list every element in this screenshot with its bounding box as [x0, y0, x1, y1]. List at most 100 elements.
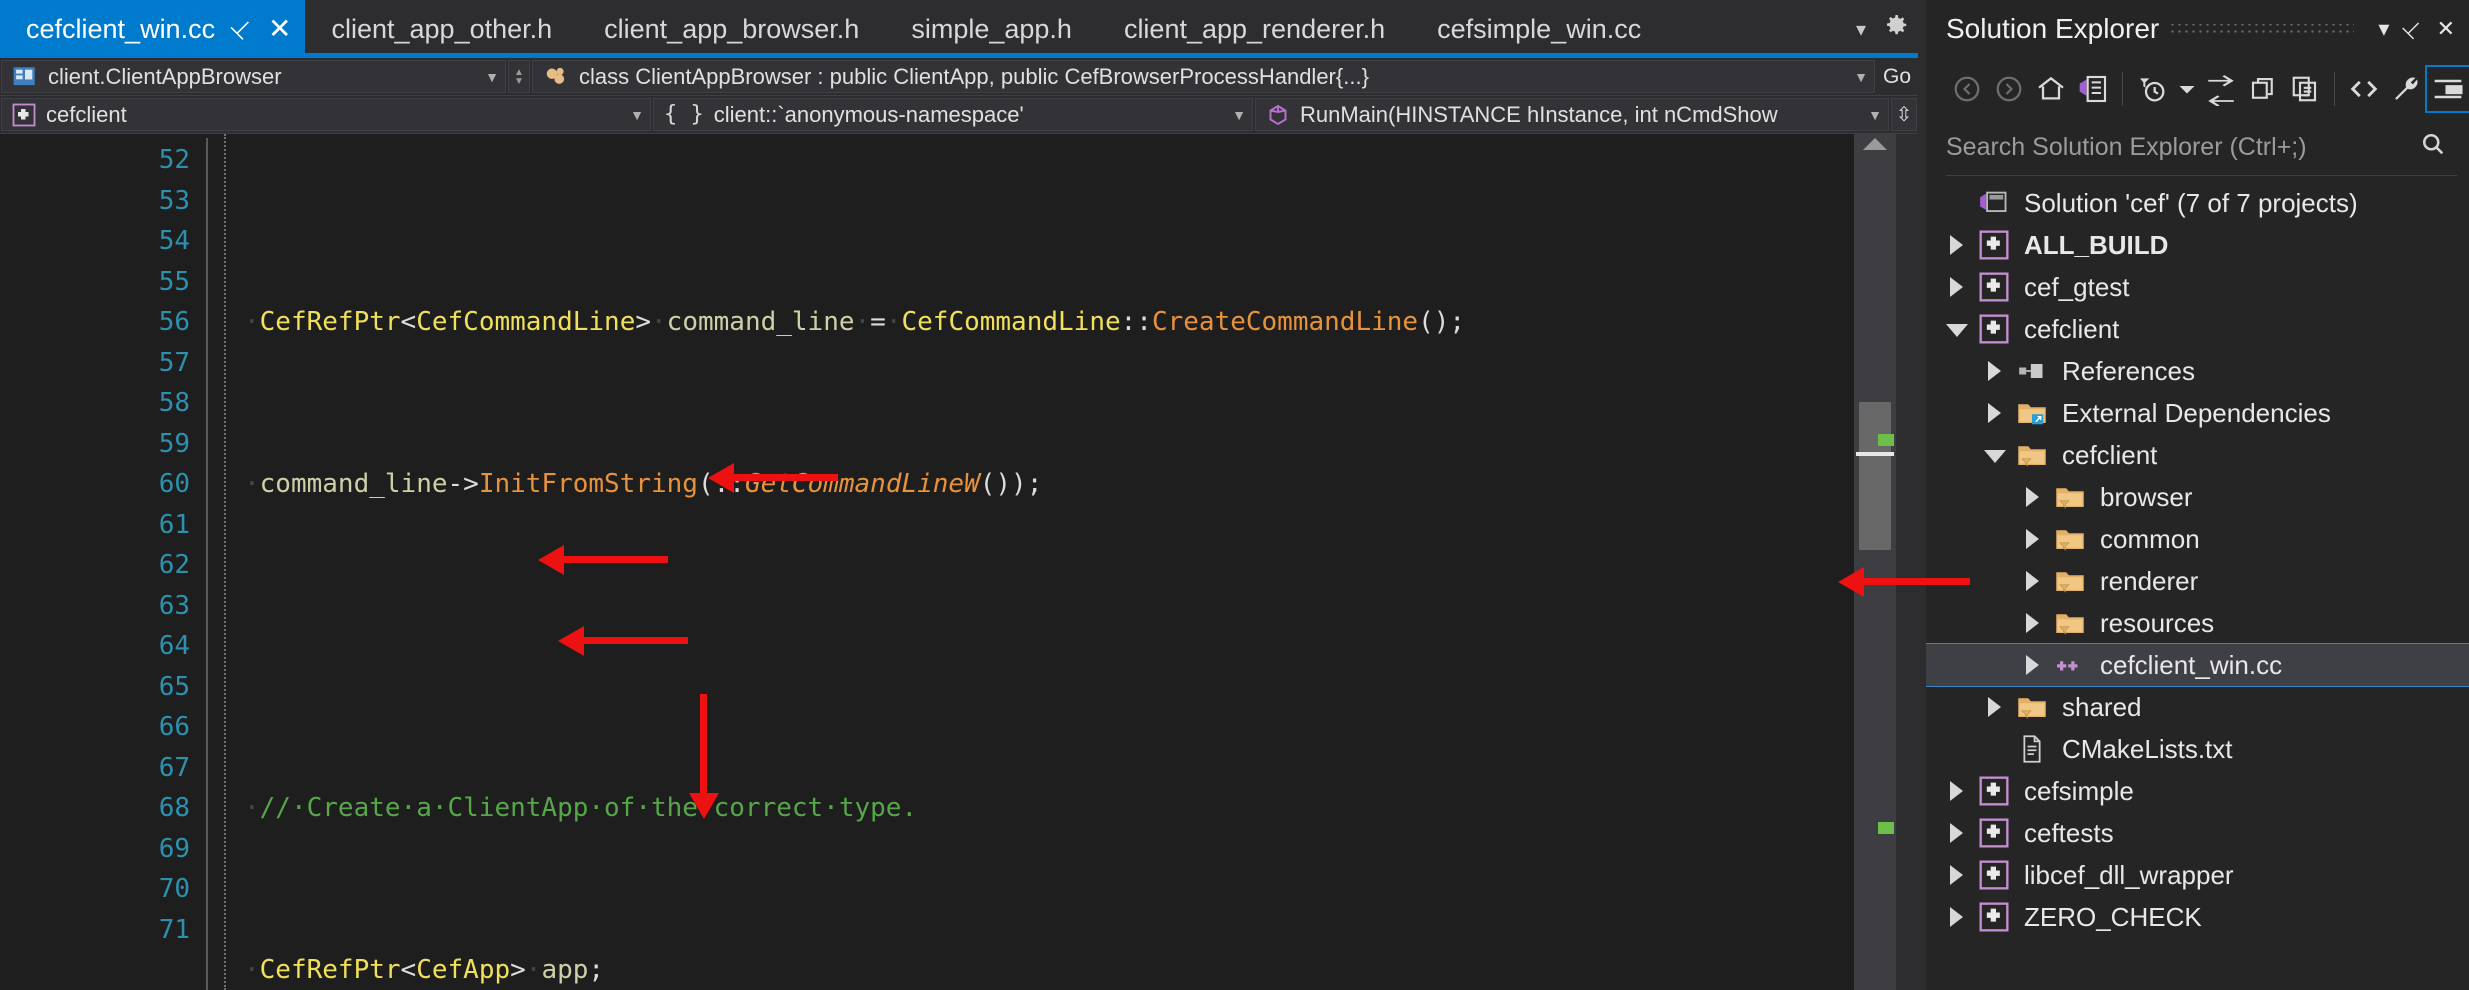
tree-item-cefclient-project[interactable]: cefclient	[1926, 308, 2469, 350]
code-editor[interactable]: 52 53 54 55 56 57 58 59 60 61 62 63 64 6…	[0, 134, 1918, 990]
chevron-down-icon[interactable]	[2173, 67, 2200, 111]
member-combo[interactable]: RunMain(HINSTANCE hInstance, int nCmdSho…	[1255, 98, 1889, 131]
tree-item-cmakelists-txt[interactable]: CMakeLists.txt	[1926, 728, 2469, 770]
line-number: 59	[158, 428, 190, 459]
twisty-closed-icon[interactable]	[1978, 697, 2012, 717]
class-scope-combo[interactable]: class ClientAppBrowser : public ClientAp…	[532, 60, 1875, 93]
twisty-open-icon[interactable]	[1978, 447, 2012, 463]
home-icon[interactable]	[2030, 67, 2072, 111]
tree-item-renderer[interactable]: renderer	[1926, 560, 2469, 602]
solution-view-icon[interactable]	[2072, 67, 2114, 111]
tab-cefsimple-win-cc[interactable]: cefsimple_win.cc	[1411, 0, 1667, 58]
code-text-surface[interactable]: ·CefRefPtr<CefCommandLine>·command_line·…	[208, 134, 1854, 990]
twisty-closed-icon[interactable]	[1978, 361, 2012, 381]
tree-item-browser[interactable]: browser	[1926, 476, 2469, 518]
twisty-closed-icon[interactable]	[1940, 277, 1974, 297]
chevron-down-icon[interactable]: ▼	[1218, 107, 1246, 123]
preview-pane-icon[interactable]	[2425, 65, 2469, 113]
twisty-closed-icon[interactable]	[1940, 823, 1974, 843]
editor-pane: cefclient_win.cc ⊥ ✕ client_app_other.h …	[0, 0, 1918, 990]
code-line-54[interactable]	[212, 626, 1854, 667]
project-icon	[1974, 776, 2014, 806]
tab-client-app-browser-h[interactable]: client_app_browser.h	[578, 0, 885, 58]
tree-item-shared[interactable]: shared	[1926, 686, 2469, 728]
code-brackets-icon[interactable]	[2343, 67, 2385, 111]
chevron-down-icon[interactable]: ▼	[616, 107, 644, 123]
twisty-closed-icon[interactable]	[2016, 613, 2050, 633]
gear-icon[interactable]	[1880, 10, 1910, 48]
nav-spinner[interactable]: ▲ ▼	[508, 60, 530, 93]
tree-item-resources[interactable]: resources	[1926, 602, 2469, 644]
wrench-icon[interactable]	[2385, 67, 2427, 111]
search-solution-explorer-input[interactable]: Search Solution Explorer (Ctrl+;)	[1946, 120, 2457, 176]
tab-cefclient-win-cc[interactable]: cefclient_win.cc ⊥ ✕	[0, 0, 306, 58]
twisty-closed-icon[interactable]	[1940, 865, 1974, 885]
tree-item-libcef-dll-wrapper[interactable]: libcef_dll_wrapper	[1926, 854, 2469, 896]
tree-item-all-build[interactable]: ALL_BUILD	[1926, 224, 2469, 266]
go-button[interactable]: Go	[1877, 60, 1917, 93]
sync-arrows-icon[interactable]	[2200, 67, 2242, 111]
tree-item-label: External Dependencies	[2062, 397, 2331, 428]
tree-item-cef-gtest[interactable]: cef_gtest	[1926, 266, 2469, 308]
chevron-down-icon[interactable]: ▼	[1854, 107, 1882, 123]
code-line-53[interactable]: ·command_line->InitFromString(::GetComma…	[212, 464, 1854, 505]
project-icon	[1974, 902, 2014, 932]
twisty-closed-icon[interactable]	[2016, 571, 2050, 591]
project-combo[interactable]: cefclient ▼	[1, 98, 651, 131]
chevron-down-icon[interactable]: ▼	[471, 69, 499, 85]
pin-icon[interactable]: ⊥	[225, 12, 259, 46]
code-line-55[interactable]: ·//·Create·a·ClientApp·of·the·correct·ty…	[212, 788, 1854, 829]
tree-item-external-dependencies[interactable]: External Dependencies	[1926, 392, 2469, 434]
code-line-56[interactable]: ·CefRefPtr<CefApp>·app;	[212, 950, 1854, 990]
twisty-closed-icon[interactable]	[2016, 655, 2050, 675]
forward-arrow-icon[interactable]	[1988, 67, 2030, 111]
tree-item-cefsimple[interactable]: cefsimple	[1926, 770, 2469, 812]
split-view-button[interactable]: ⇳	[1891, 98, 1917, 131]
project-icon	[1974, 818, 2014, 848]
clock-filter-icon[interactable]	[2131, 67, 2173, 111]
chevron-down-icon[interactable]: ▾	[1856, 17, 1866, 42]
panel-splitter[interactable]	[1918, 0, 1926, 990]
code-line-52[interactable]: ·CefRefPtr<CefCommandLine>·command_line·…	[212, 302, 1854, 343]
tree-item-label: browser	[2100, 481, 2193, 512]
back-arrow-icon[interactable]	[1946, 67, 1988, 111]
tree-item-ceftests[interactable]: ceftests	[1926, 812, 2469, 854]
tab-client-app-other-h[interactable]: client_app_other.h	[305, 0, 578, 58]
project-scope-combo[interactable]: client.ClientAppBrowser ▼	[1, 60, 506, 93]
twisty-open-icon[interactable]	[1940, 321, 1974, 337]
copy-pages-icon[interactable]	[2284, 67, 2326, 111]
tree-item-cefclient-filter[interactable]: cefclient	[1926, 434, 2469, 476]
line-number: 54	[158, 226, 190, 256]
solution-explorer-header: Solution Explorer ▾ ⊥ ✕	[1926, 0, 2469, 58]
solution-tree[interactable]: Solution 'cef' (7 of 7 projects) ALL_BUI…	[1926, 176, 2469, 990]
magnifier-icon[interactable]	[2419, 130, 2457, 165]
twisty-closed-icon[interactable]	[1978, 403, 2012, 423]
twisty-closed-icon[interactable]	[1940, 235, 1974, 255]
tree-item-solution[interactable]: Solution 'cef' (7 of 7 projects)	[1926, 182, 2469, 224]
tree-item-references[interactable]: References	[1926, 350, 2469, 392]
line-number: 70	[158, 874, 190, 904]
tab-simple-app-h[interactable]: simple_app.h	[885, 0, 1098, 58]
close-button[interactable]: ✕	[2437, 18, 2455, 40]
tab-client-app-renderer-h[interactable]: client_app_renderer.h	[1098, 0, 1411, 58]
twisty-closed-icon[interactable]	[2016, 529, 2050, 549]
editor-vertical-scrollbar[interactable]	[1854, 134, 1896, 990]
scrollbar-thumb[interactable]	[1859, 402, 1891, 550]
tree-item-zero-check[interactable]: ZERO_CHECK	[1926, 896, 2469, 938]
line-number: 67	[158, 752, 190, 783]
dropdown-menu-button[interactable]: ▾	[2378, 18, 2389, 40]
project-icon	[1974, 860, 2014, 890]
twisty-closed-icon[interactable]	[2016, 487, 2050, 507]
tree-item-cefclient-win-cc[interactable]: cefclient_win.cc	[1926, 643, 2469, 687]
tree-item-common[interactable]: common	[1926, 518, 2469, 560]
chevron-down-icon[interactable]: ▼	[1840, 69, 1868, 85]
scroll-up-arrow-icon[interactable]	[1863, 138, 1887, 150]
drag-handle-dots[interactable]	[2169, 24, 2355, 34]
line-number: 56	[158, 307, 190, 337]
twisty-closed-icon[interactable]	[1940, 907, 1974, 927]
close-icon[interactable]: ✕	[268, 15, 291, 43]
namespace-combo[interactable]: { } client::`anonymous-namespace' ▼	[653, 98, 1253, 131]
twisty-closed-icon[interactable]	[1940, 781, 1974, 801]
refresh-windows-icon[interactable]	[2242, 67, 2284, 111]
pin-button[interactable]: ⊥	[2398, 13, 2429, 44]
